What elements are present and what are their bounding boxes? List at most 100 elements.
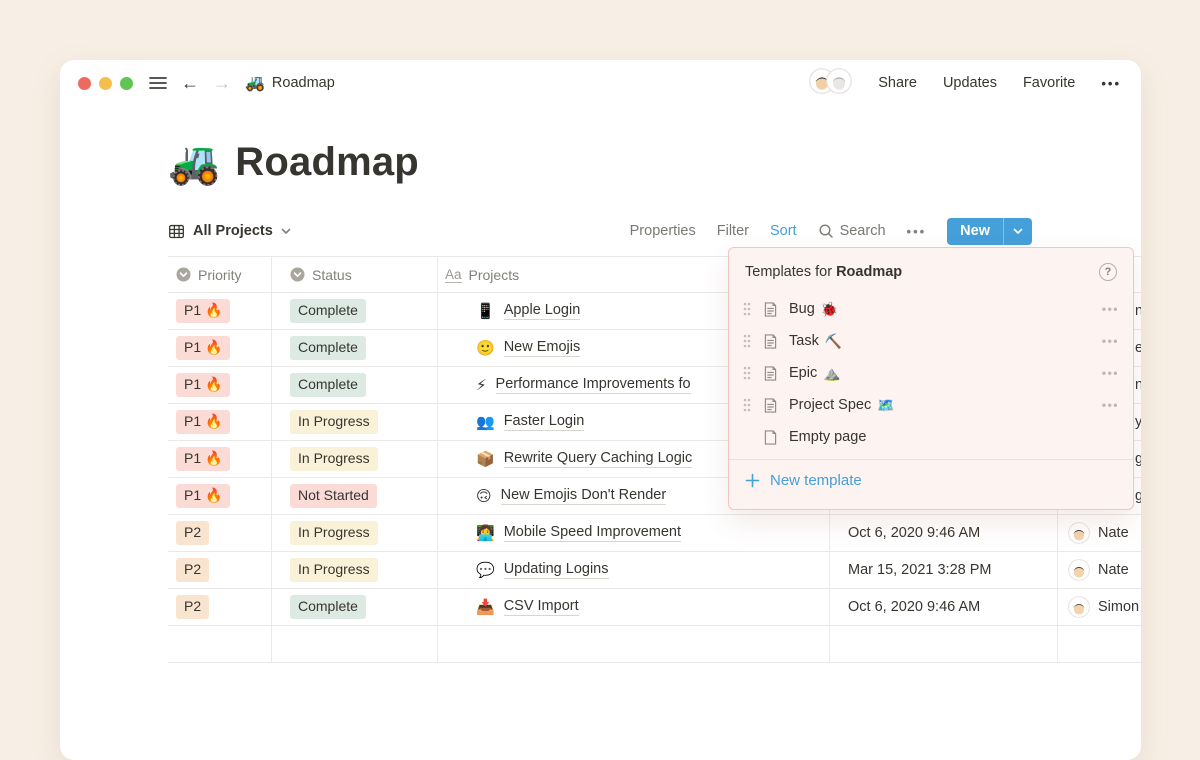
updates-button[interactable]: Updates [943,75,997,91]
clipped-row-text: ge [1135,488,1141,504]
status-cell[interactable]: Complete [272,293,438,329]
project-link[interactable]: Faster Login [503,413,585,431]
new-button-label[interactable]: New [947,218,1003,245]
sort-button[interactable]: Sort [770,223,797,239]
project-cell[interactable]: 📥 CSV Import [438,589,830,625]
text-property-icon: Aa [445,266,462,283]
status-cell[interactable]: Complete [272,589,438,625]
favorite-button[interactable]: Favorite [1023,75,1075,91]
template-item[interactable]: Epic ⛰️ ••• [729,357,1133,389]
project-link[interactable]: Updating Logins [503,561,609,579]
breadcrumb[interactable]: 🚜 Roadmap [245,73,335,93]
template-item[interactable]: Project Spec 🗺️ ••• [729,389,1133,421]
share-button[interactable]: Share [878,75,917,91]
avatar [826,68,853,98]
drag-handle-icon[interactable] [743,366,751,380]
priority-cell[interactable]: P1 🔥 [168,367,272,403]
template-more-icon[interactable]: ••• [1102,366,1119,380]
priority-cell[interactable]: P1 🔥 [168,293,272,329]
status-cell[interactable]: Complete [272,367,438,403]
project-cell[interactable]: 💬 Updating Logins [438,552,830,588]
status-pill: In Progress [290,521,378,545]
sidebar-menu-icon[interactable] [149,76,167,90]
filter-button[interactable]: Filter [717,223,749,239]
project-emoji-icon: 👥 [476,414,495,431]
template-item[interactable]: Bug 🐞 ••• [729,293,1133,325]
template-item[interactable]: Task ⛏️ ••• [729,325,1133,357]
close-window-icon[interactable] [78,76,91,90]
drag-handle-icon[interactable] [743,334,751,348]
project-cell[interactable]: 👩‍💻 Mobile Speed Improvement [438,515,830,551]
status-cell[interactable]: In Progress [272,552,438,588]
search-button[interactable]: Search [818,223,886,239]
project-link[interactable]: Apple Login [503,302,581,320]
empty-page-item[interactable]: Empty page [729,421,1133,453]
priority-cell[interactable]: P1 🔥 [168,441,272,477]
back-arrow-icon[interactable]: ← [181,74,199,92]
column-header-priority[interactable]: Priority [168,257,272,292]
date-cell[interactable]: Mar 15, 2021 3:28 PM [830,552,1058,588]
priority-cell[interactable]: P1 🔥 [168,404,272,440]
more-options-icon[interactable]: ••• [1101,76,1121,91]
new-button[interactable]: New [947,217,1032,245]
clipped-row-text: n Z [1135,303,1141,319]
new-template-button[interactable]: New template [729,460,1133,501]
project-link[interactable]: Rewrite Query Caching Logic [503,450,693,468]
avatar [1068,596,1090,618]
zoom-window-icon[interactable] [120,76,133,90]
project-link[interactable]: Mobile Speed Improvement [503,524,682,542]
person-cell[interactable]: Nate [1058,552,1141,588]
status-cell[interactable]: In Progress [272,404,438,440]
new-dropdown-chevron-icon[interactable] [1003,217,1032,245]
template-page-icon [764,365,777,381]
priority-pill: P1 🔥 [176,336,231,360]
status-cell[interactable]: In Progress [272,441,438,477]
person-name: Simon [1098,599,1140,615]
drag-handle-icon[interactable] [743,398,751,412]
priority-cell[interactable]: P2 [168,515,272,551]
tractor-emoji-icon[interactable]: 🚜 [168,141,220,184]
status-cell[interactable]: Complete [272,330,438,366]
forward-arrow-icon[interactable]: → [213,74,231,92]
clipped-row-text: ge [1135,451,1141,467]
priority-cell[interactable]: P2 [168,589,272,625]
table-view-icon [169,224,184,238]
page-title-text[interactable]: Roadmap [235,140,419,185]
status-pill: Not Started [290,484,377,508]
project-link[interactable]: Performance Improvements fo [495,376,691,394]
properties-button[interactable]: Properties [630,223,696,239]
person-name: Nate [1098,562,1129,578]
status-cell[interactable]: In Progress [272,515,438,551]
priority-cell[interactable]: P2 [168,552,272,588]
status-cell[interactable]: Not Started [272,478,438,514]
project-emoji-icon: ⚡ [476,377,487,394]
collaborator-avatars[interactable] [809,68,853,98]
template-more-icon[interactable]: ••• [1102,398,1119,412]
minimize-window-icon[interactable] [99,76,112,90]
template-emoji-icon: 🗺️ [877,396,895,413]
project-link[interactable]: New Emojis Don't Render [500,487,667,505]
date-cell[interactable]: Oct 6, 2020 9:46 AM [830,515,1058,551]
column-header-status[interactable]: Status [272,257,438,292]
person-cell[interactable]: Nate [1058,515,1141,551]
priority-pill: P2 [176,595,210,619]
view-more-options-icon[interactable]: ••• [907,224,927,239]
project-link[interactable]: CSV Import [503,598,579,616]
project-link[interactable]: New Emojis [503,339,581,357]
project-emoji-icon: 🙂 [476,340,495,357]
table-row: P2 In Progress 💬 Updating Logins Mar 15,… [168,552,1141,589]
select-property-icon [290,267,305,282]
template-emoji-icon: ⛏️ [824,332,843,349]
status-pill: In Progress [290,558,378,582]
date-cell[interactable]: Oct 6, 2020 9:46 AM [830,589,1058,625]
drag-handle-icon[interactable] [743,302,751,316]
priority-cell[interactable]: P1 🔥 [168,478,272,514]
template-more-icon[interactable]: ••• [1102,302,1119,316]
help-icon[interactable]: ? [1099,263,1117,281]
person-cell[interactable]: Simon [1058,589,1141,625]
status-pill: Complete [290,595,366,619]
priority-cell[interactable]: P1 🔥 [168,330,272,366]
view-selector[interactable]: All Projects [168,223,291,240]
template-more-icon[interactable]: ••• [1102,334,1119,348]
priority-pill: P1 🔥 [176,484,231,508]
